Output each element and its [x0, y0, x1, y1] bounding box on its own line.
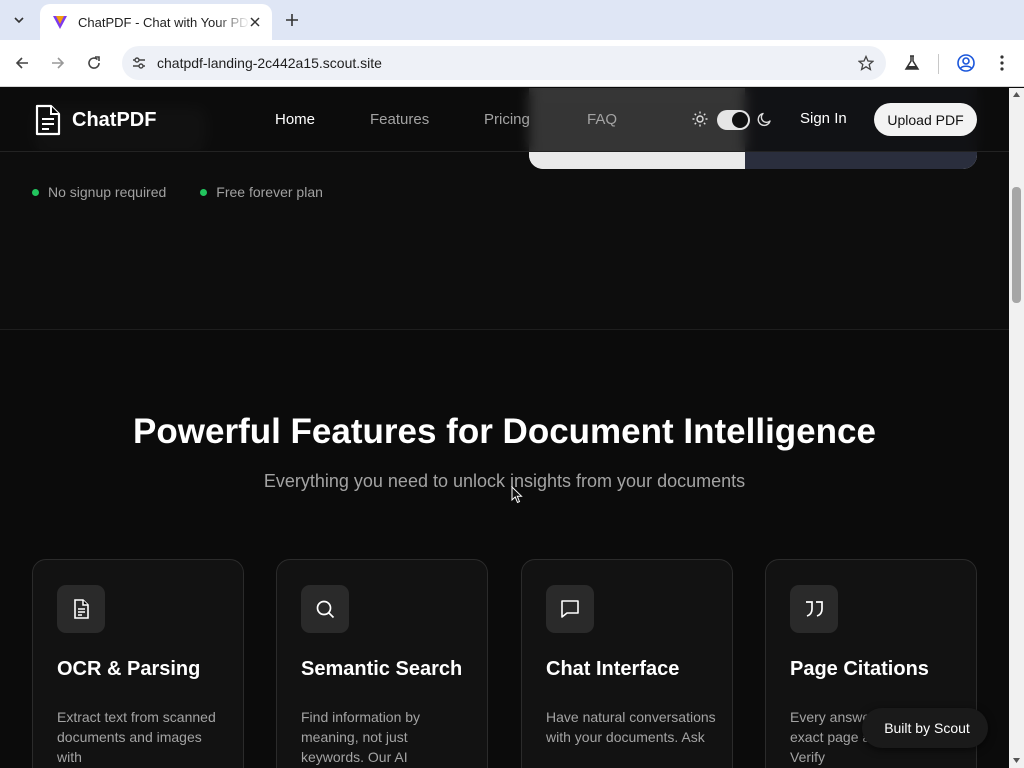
hero-bullets: No signup required Free forever plan: [32, 184, 323, 200]
plus-icon: [286, 14, 298, 26]
toggle-knob: [732, 112, 748, 128]
browser-tab[interactable]: ChatPDF - Chat with Your PDF: [40, 4, 272, 40]
moon-icon: [757, 112, 771, 127]
bullet-text: Free forever plan: [216, 184, 323, 200]
search-icon: [316, 600, 335, 619]
card-description: Have natural conversations with your doc…: [546, 709, 716, 745]
card-icon-box: [546, 585, 594, 633]
feature-card-chat: Chat Interface Have natural conversation…: [521, 559, 733, 768]
page-viewport: No signup required Free forever plan Pow…: [0, 88, 1009, 768]
tab-search-button[interactable]: [6, 8, 32, 32]
flask-icon: [904, 55, 920, 70]
tab-title: ChatPDF - Chat with Your PDF: [78, 14, 250, 30]
back-button[interactable]: [11, 52, 33, 74]
card-description: Extract text from scanned documents and …: [57, 709, 216, 765]
reload-button[interactable]: [83, 52, 105, 74]
kebab-menu-icon: [1000, 55, 1004, 71]
feature-card-search: Semantic Search Find information by mean…: [276, 559, 488, 768]
bullet-item: Free forever plan: [200, 184, 323, 200]
scrollbar-thumb[interactable]: [1012, 187, 1021, 303]
browser-tab-strip: ChatPDF - Chat with Your PDF: [0, 0, 1024, 40]
card-icon-box: [57, 585, 105, 633]
browser-menu-button[interactable]: [991, 52, 1013, 74]
green-dot-icon: [32, 188, 39, 196]
features-subtitle: Everything you need to unlock insights f…: [263, 471, 746, 491]
document-logo-icon: [35, 104, 61, 136]
arrow-left-icon: [15, 57, 28, 69]
bookmark-button[interactable]: [856, 53, 876, 73]
built-by-scout-badge[interactable]: Built by Scout: [862, 708, 988, 748]
scroll-down-arrow-icon[interactable]: [1012, 756, 1021, 765]
bullet-item: No signup required: [32, 184, 166, 200]
card-title: Page Citations: [790, 658, 929, 680]
card-icon-box: [301, 585, 349, 633]
reload-icon: [88, 56, 100, 69]
tab-close-button[interactable]: [246, 13, 264, 31]
theme-toggle[interactable]: [717, 110, 750, 130]
favicon-icon: [53, 16, 67, 29]
features-section: Powerful Features for Document Intellige…: [0, 329, 1009, 768]
browser-toolbar: chatpdf-landing-2c442a15.scout.site: [0, 40, 1024, 87]
document-icon: [74, 599, 89, 619]
card-title: Semantic Search: [301, 658, 463, 680]
arrow-right-icon: [52, 57, 65, 69]
card-icon-box: [790, 585, 838, 633]
brand-logo-link[interactable]: ChatPDF: [34, 104, 156, 136]
account-icon: [957, 54, 975, 72]
star-icon: [858, 55, 874, 71]
profile-button[interactable]: [955, 52, 977, 74]
site-info-button[interactable]: [128, 52, 150, 74]
card-title: Chat Interface: [546, 658, 680, 680]
sun-icon: [692, 111, 708, 127]
address-bar[interactable]: chatpdf-landing-2c442a15.scout.site: [122, 46, 886, 80]
features-title: Powerful Features for Document Intellige…: [133, 412, 876, 451]
close-icon: [250, 17, 260, 27]
mouse-pointer-icon: [511, 486, 523, 504]
brand-name: ChatPDF: [72, 108, 157, 131]
bullet-text: No signup required: [48, 184, 167, 200]
nav-link-pricing[interactable]: Pricing: [484, 111, 530, 128]
feature-card-ocr: OCR & Parsing Extract text from scanned …: [32, 559, 244, 768]
tune-icon: [133, 57, 145, 69]
sign-in-link[interactable]: Sign In: [800, 110, 847, 127]
nav-link-home[interactable]: Home: [275, 111, 315, 128]
page-scrollbar[interactable]: [1009, 88, 1024, 768]
scroll-up-arrow-icon[interactable]: [1012, 90, 1021, 99]
scout-badge-label: Built by Scout: [884, 720, 970, 736]
toolbar-separator: [938, 54, 939, 74]
green-dot-icon: [200, 188, 208, 196]
nav-link-features[interactable]: Features: [370, 111, 429, 128]
nav-link-faq[interactable]: FAQ: [587, 111, 617, 128]
labs-button[interactable]: [901, 52, 923, 74]
chevron-down-icon: [14, 17, 24, 24]
forward-button[interactable]: [47, 52, 69, 74]
new-tab-button[interactable]: [282, 10, 302, 30]
card-description: Find information by meaning, not just ke…: [301, 709, 421, 765]
quote-icon: [806, 601, 823, 617]
site-navbar: ChatPDF Home Features Pricing FAQ Sign I…: [0, 88, 1009, 152]
card-title: OCR & Parsing: [57, 658, 201, 680]
upload-pdf-button[interactable]: Upload PDF: [874, 103, 977, 136]
chat-bubble-icon: [561, 600, 579, 618]
url-text: chatpdf-landing-2c442a15.scout.site: [157, 55, 382, 71]
